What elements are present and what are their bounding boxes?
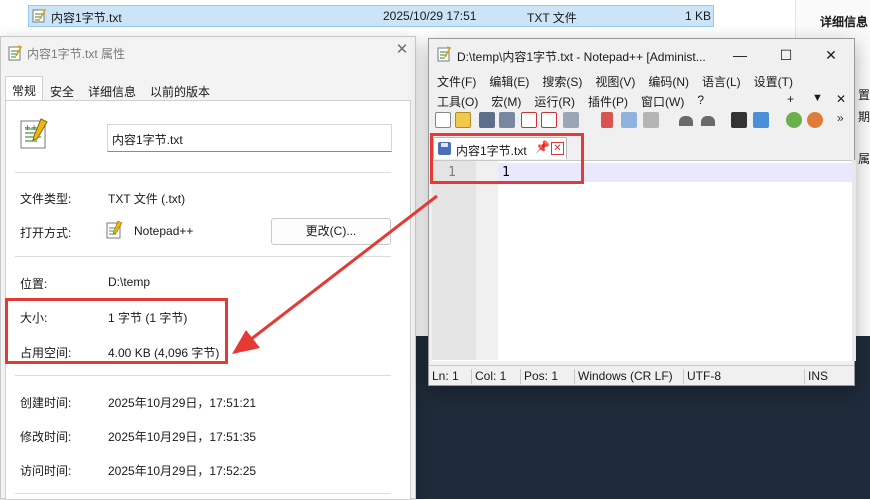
save-icon[interactable] bbox=[479, 112, 495, 128]
location-label: 位置: bbox=[20, 277, 48, 291]
status-line: Ln: 1 bbox=[432, 369, 459, 383]
menu-file[interactable]: 文件(F) bbox=[437, 73, 476, 90]
toolbar: » bbox=[431, 109, 853, 131]
divider bbox=[15, 493, 391, 494]
tab-previous-versions[interactable]: 以前的版本 bbox=[143, 78, 217, 100]
copy-icon[interactable] bbox=[621, 112, 637, 128]
status-eol: Windows (CR LF) bbox=[574, 369, 673, 384]
created-value: 2025年10月29日，17:51:21 bbox=[108, 396, 257, 410]
details-pane-fragment: 期 bbox=[858, 110, 870, 124]
menu-search[interactable]: 搜索(S) bbox=[542, 73, 582, 90]
new-file-icon[interactable] bbox=[435, 112, 451, 128]
tab-details[interactable]: 详细信息 bbox=[81, 78, 143, 100]
maximize-icon[interactable]: ☐ bbox=[775, 45, 797, 65]
zoom-out-icon[interactable] bbox=[807, 112, 823, 128]
status-insert-mode: INS bbox=[804, 369, 828, 384]
explorer-file-type: TXT 文件 bbox=[527, 11, 577, 25]
window-title: D:\temp\内容1字节.txt - Notepad++ [Administ.… bbox=[457, 50, 706, 64]
close-doc-icon[interactable]: ✕ bbox=[836, 92, 846, 106]
properties-dialog: 内容1字节.txt 属性 ✕ 常规 安全 详细信息 以前的版本 ++ 内容1字节… bbox=[0, 36, 416, 500]
menu-view[interactable]: 视图(V) bbox=[595, 73, 635, 90]
notepadpp-app-icon bbox=[437, 46, 452, 62]
svg-text:++: ++ bbox=[24, 123, 37, 132]
file-type-label: 文件类型: bbox=[20, 192, 72, 206]
accessed-value: 2025年10月29日，17:52:25 bbox=[108, 464, 257, 478]
annotation-highlight-size bbox=[5, 298, 228, 364]
close-icon[interactable]: ✕ bbox=[393, 41, 411, 59]
notepadpp-file-icon: ++ bbox=[20, 118, 48, 149]
change-button[interactable]: 更改(C)... bbox=[271, 218, 391, 245]
status-encoding: UTF-8 bbox=[683, 369, 721, 384]
modified-value: 2025年10月29日，17:51:35 bbox=[108, 430, 257, 444]
menu-plugins[interactable]: 插件(P) bbox=[588, 93, 628, 110]
explorer-file-row[interactable]: 内容1字节.txt 2025/10/29 17:51 TXT 文件 1 KB bbox=[28, 5, 714, 27]
status-bar: Ln: 1 Col: 1 Pos: 1 Windows (CR LF) UTF-… bbox=[429, 365, 854, 385]
fold-margin bbox=[476, 161, 498, 360]
zoom-in-icon[interactable] bbox=[786, 112, 802, 128]
redo-icon[interactable] bbox=[701, 116, 715, 126]
menu-bar-row-1: 文件(F) 编辑(E) 搜索(S) 视图(V) 编码(N) 语言(L) 设置(T… bbox=[437, 73, 806, 90]
menu-encoding[interactable]: 编码(N) bbox=[648, 73, 689, 90]
notepadpp-window: D:\temp\内容1字节.txt - Notepad++ [Administ.… bbox=[428, 38, 856, 386]
menu-macro[interactable]: 宏(M) bbox=[491, 93, 521, 110]
menu-run[interactable]: 运行(R) bbox=[534, 93, 575, 110]
created-label: 创建时间: bbox=[20, 396, 72, 410]
cut-icon[interactable] bbox=[601, 112, 613, 128]
explorer-file-size: 1 KB bbox=[685, 9, 712, 23]
status-position: Pos: 1 bbox=[520, 369, 558, 384]
menu-settings[interactable]: 设置(T) bbox=[754, 73, 793, 90]
divider bbox=[15, 375, 391, 376]
details-pane-title: 详细信息 bbox=[820, 15, 869, 29]
undo-icon[interactable] bbox=[679, 116, 693, 126]
accessed-label: 访问时间: bbox=[20, 464, 72, 478]
details-pane-fragment: 属 bbox=[858, 152, 870, 166]
close-file-icon[interactable] bbox=[521, 112, 537, 128]
menu-window[interactable]: 窗口(W) bbox=[641, 93, 684, 110]
status-column: Col: 1 bbox=[471, 369, 506, 384]
properties-tabs: 常规 安全 详细信息 以前的版本 bbox=[5, 76, 217, 100]
menu-edit[interactable]: 编辑(E) bbox=[489, 73, 529, 90]
save-all-icon[interactable] bbox=[499, 112, 515, 128]
minimize-icon[interactable]: — bbox=[729, 45, 751, 65]
find-icon[interactable] bbox=[731, 112, 747, 128]
dialog-title: 内容1字节.txt 属性 bbox=[27, 47, 126, 61]
file-type-value: TXT 文件 (.txt) bbox=[108, 192, 186, 206]
location-value: D:\temp bbox=[108, 275, 151, 289]
open-with-value: Notepad++ bbox=[134, 224, 194, 238]
toolbar-overflow-icon[interactable]: » bbox=[837, 111, 844, 125]
menu-help[interactable]: ? bbox=[697, 93, 704, 110]
editor-area[interactable]: 1 1 bbox=[432, 160, 852, 361]
open-folder-icon[interactable] bbox=[455, 112, 471, 128]
close-icon[interactable]: ✕ bbox=[820, 45, 842, 65]
explorer-file-name: 内容1字节.txt bbox=[51, 11, 122, 25]
modified-label: 修改时间: bbox=[20, 430, 72, 444]
close-all-icon[interactable] bbox=[541, 112, 557, 128]
new-tab-icon[interactable]: + bbox=[787, 92, 794, 106]
print-icon[interactable] bbox=[563, 112, 579, 128]
open-with-label: 打开方式: bbox=[20, 226, 72, 240]
tab-security[interactable]: 安全 bbox=[43, 78, 81, 100]
vertical-scrollbar[interactable] bbox=[852, 160, 856, 361]
notepadpp-icon bbox=[106, 220, 123, 239]
file-name-field[interactable]: 内容1字节.txt bbox=[107, 124, 392, 152]
text-file-icon bbox=[8, 45, 23, 61]
replace-icon[interactable] bbox=[753, 112, 769, 128]
divider bbox=[15, 172, 391, 173]
details-pane-fragment: 置 bbox=[858, 88, 870, 102]
menu-bar-row-2: 工具(O) 宏(M) 运行(R) 插件(P) 窗口(W) ? bbox=[437, 93, 717, 110]
annotation-highlight-editor bbox=[430, 133, 584, 184]
menu-language[interactable]: 语言(L) bbox=[702, 73, 741, 90]
dropdown-icon[interactable]: ▼ bbox=[812, 92, 823, 104]
tab-general[interactable]: 常规 bbox=[5, 76, 44, 100]
menu-tools[interactable]: 工具(O) bbox=[437, 93, 478, 110]
divider bbox=[15, 256, 391, 257]
text-file-icon bbox=[32, 9, 46, 23]
explorer-file-modified: 2025/10/29 17:51 bbox=[383, 9, 477, 23]
paste-icon[interactable] bbox=[643, 112, 659, 128]
